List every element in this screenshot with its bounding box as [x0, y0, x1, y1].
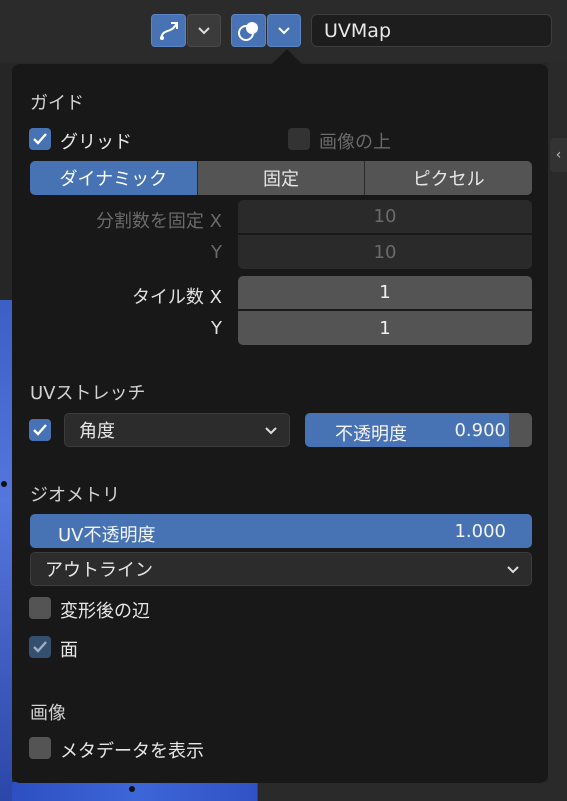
- overlay-dropdown[interactable]: [267, 14, 301, 47]
- grid-shape-dynamic[interactable]: ダイナミック: [30, 161, 198, 195]
- uv-stretch-checkbox[interactable]: [29, 419, 51, 441]
- fixed-subdivisions-x-field[interactable]: 10: [238, 200, 532, 234]
- uv-stretch-opacity-value: 0.900: [454, 420, 506, 441]
- uv-vertex: [1, 481, 7, 487]
- uv-opacity-label: UV不透明度: [58, 525, 156, 546]
- chevron-down-icon: [278, 26, 290, 34]
- grid-shape-fixed[interactable]: 固定: [197, 161, 366, 195]
- checkmark-icon: [33, 424, 47, 436]
- overlay-icon: [237, 21, 258, 41]
- edge-display-value: アウトライン: [45, 560, 153, 581]
- checkmark-icon: [33, 641, 47, 653]
- uv-stretch-mode-value: 角度: [79, 421, 115, 442]
- grid-label: グリッド: [60, 132, 132, 153]
- grid-shape-selector: ダイナミック 固定 ピクセル: [30, 161, 532, 195]
- uv-sync-dropdown[interactable]: [187, 14, 221, 47]
- faces-checkbox[interactable]: [29, 636, 51, 658]
- fixed-subdivisions-x-label: 分割数を固定 X: [95, 211, 222, 232]
- uv-opacity-value: 1.000: [454, 521, 506, 542]
- chevron-down-icon: [507, 566, 519, 574]
- grid-shape-pixel[interactable]: ピクセル: [365, 161, 532, 195]
- uv-stretch-opacity-slider[interactable]: 不透明度 0.900: [305, 413, 532, 447]
- modified-edges-checkbox[interactable]: [29, 597, 51, 619]
- uv-opacity-slider[interactable]: UV不透明度 1.000: [30, 514, 532, 548]
- fixed-subdivisions-y-label: Y: [211, 242, 222, 263]
- uv-mesh-preview-bottom: [12, 782, 257, 801]
- sidebar-toggle-button[interactable]: ‹: [550, 138, 567, 172]
- image-title: 画像: [30, 703, 66, 724]
- tiles-y-label: Y: [211, 318, 222, 339]
- uv-sync-icon: [159, 21, 178, 40]
- chevron-down-icon: [198, 26, 210, 34]
- geometry-title: ジオメトリ: [30, 485, 120, 506]
- tiles-x-label: タイル数 X: [131, 287, 222, 308]
- uv-sync-button[interactable]: [151, 14, 186, 47]
- show-metadata-checkbox[interactable]: [29, 737, 51, 759]
- grid-checkbox[interactable]: [29, 128, 51, 150]
- sidebar-edge: [548, 62, 567, 801]
- tiles-y-field[interactable]: 1: [238, 311, 532, 345]
- uv-mesh-preview-left: [0, 300, 12, 801]
- fixed-subdivisions-y-field[interactable]: 10: [238, 235, 532, 269]
- overlay-popover: ガイド グリッド 画像の上 ダイナミック 固定 ピクセル 分割数を固定 X 10…: [12, 64, 548, 783]
- popover-arrow: [271, 49, 303, 65]
- viewport-strip: [257, 782, 549, 801]
- over-image-checkbox[interactable]: [288, 128, 310, 150]
- guides-title: ガイド: [30, 93, 84, 114]
- chevron-left-icon: ‹: [555, 147, 562, 163]
- uv-stretch-title: UVストレッチ: [30, 383, 146, 404]
- faces-label: 面: [60, 640, 78, 661]
- over-image-label: 画像の上: [319, 132, 391, 153]
- uv-stretch-mode-dropdown[interactable]: 角度: [64, 413, 290, 447]
- modified-edges-label: 変形後の辺: [60, 601, 150, 622]
- tiles-x-field[interactable]: 1: [238, 276, 532, 310]
- overlay-toggle-button[interactable]: [231, 14, 266, 47]
- chevron-down-icon: [265, 427, 277, 435]
- checkmark-icon: [33, 133, 47, 145]
- show-metadata-label: メタデータを表示: [60, 741, 204, 762]
- uv-stretch-opacity-label: 不透明度: [335, 424, 407, 445]
- uv-vertex: [129, 786, 135, 792]
- edge-display-dropdown[interactable]: アウトライン: [30, 552, 532, 586]
- uv-map-field[interactable]: UVMap: [311, 14, 552, 47]
